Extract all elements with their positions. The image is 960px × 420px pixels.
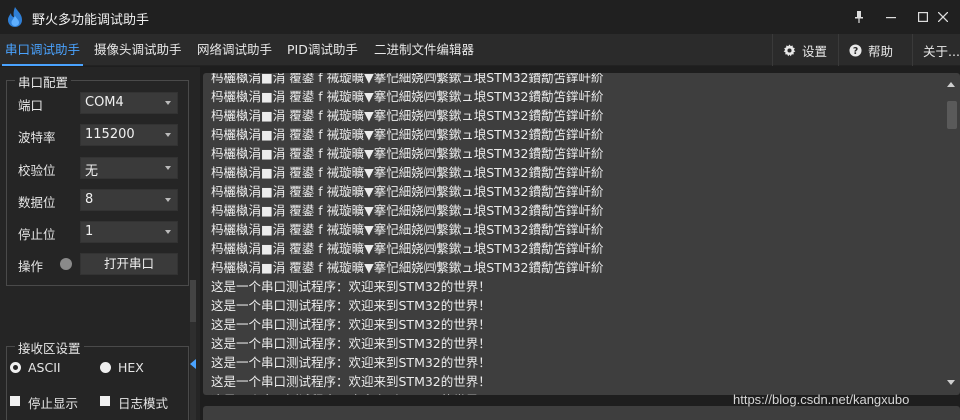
- port-label: 端口: [18, 98, 44, 113]
- about-button[interactable]: 关于...: [912, 34, 960, 66]
- receive-line: 杩欐槸涓■涓 覆鍙 f 祴璇曠▼搴忋細娆㈣繋鏉ュ埌STM32鐨勪笘鐣屽紒: [211, 108, 604, 123]
- tab-serial-assistant[interactable]: 串口调试助手: [2, 34, 84, 66]
- ascii-radio[interactable]: [10, 362, 21, 373]
- open-port-button[interactable]: 打开串口: [80, 253, 178, 275]
- scroll-up-icon[interactable]: [947, 82, 955, 87]
- receive-scrollbar[interactable]: [944, 73, 960, 395]
- tab-camera-assistant[interactable]: 摄像头调试助手: [91, 34, 185, 66]
- serial-config-title: 串口配置: [15, 72, 72, 91]
- receive-scroll-thumb[interactable]: [947, 101, 957, 129]
- help-label: 帮助: [868, 43, 894, 59]
- about-label: 关于...: [923, 43, 960, 59]
- pin-icon: [855, 11, 863, 23]
- chevron-down-icon: [165, 230, 171, 234]
- port-value: COM4: [85, 95, 124, 110]
- receive-line: 这是一个串口测试程序：欢迎来到STM32的世界！: [211, 355, 491, 370]
- receive-line: 杩欐槸涓■涓 覆鍙 f 祴璇曠▼搴忋細娆㈣繋鏉ュ埌STM32鐨勪笘鐣屽紒: [211, 146, 604, 161]
- settings-label: 设置: [802, 43, 828, 59]
- window-title: 野火多功能调试助手: [32, 13, 150, 28]
- port-select[interactable]: COM4: [80, 92, 178, 114]
- left-panel: 串口配置 端口 COM4 波特率 115200 校验位 无 数据位 8 停止位 …: [0, 67, 200, 420]
- close-icon: [938, 12, 948, 22]
- minimize-button[interactable]: [874, 0, 908, 34]
- databits-value: 8: [85, 192, 94, 207]
- baudrate-value: 115200: [85, 127, 135, 142]
- operation-label: 操作: [18, 259, 44, 274]
- close-button[interactable]: [926, 0, 960, 34]
- hex-radio[interactable]: [100, 362, 111, 373]
- tab-binary-editor[interactable]: 二进制文件编辑器: [371, 34, 477, 66]
- question-icon: ?: [849, 43, 862, 56]
- left-panel-scrollbar[interactable]: [190, 280, 196, 420]
- receive-line: 这是一个串口测试程序：欢迎来到STM32的世界！: [211, 336, 491, 351]
- receive-line: 杩欐槸涓■涓 覆鍙 f 祴璇曠▼搴忋細娆㈣繋鏉ュ埌STM32鐨勪笘鐣屽紒: [211, 127, 604, 142]
- log-mode-checkbox[interactable]: [100, 396, 110, 406]
- receive-line: 杩欐槸涓■涓 覆鍙 f 祴璇曠▼搴忋細娆㈣繋鏉ュ埌STM32鐨勪笘鐣屽紒: [211, 165, 604, 180]
- receive-line: 这是一个串口测试程序：欢迎来到STM32的世界！: [211, 390, 491, 395]
- flame-logo-icon: [8, 7, 22, 27]
- log-mode-label: 日志模式: [118, 396, 169, 411]
- chevron-down-icon: [165, 198, 171, 202]
- receive-text-area[interactable]: 杩欐槸涓■涓 覆鍙 f 祴璇曠▼搴忋細娆㈣繋鏉ュ埌STM32鐨勪笘鐣屽紒 杩欐槸…: [203, 73, 960, 395]
- receive-line: 杩欐槸涓■涓 覆鍙 f 祴璇曠▼搴忋細娆㈣繋鏉ュ埌STM32鐨勪笘鐣屽紒: [211, 203, 604, 218]
- tab-bar: 串口调试助手 摄像头调试助手 网络调试助手 PID调试助手 二进制文件编辑器 设…: [0, 34, 960, 66]
- parity-select[interactable]: 无: [80, 157, 178, 179]
- send-text-area[interactable]: [203, 406, 960, 420]
- svg-text:?: ?: [853, 45, 858, 56]
- stopbits-label: 停止位: [18, 227, 56, 242]
- ascii-label: ASCII: [28, 360, 61, 375]
- receive-line: 杩欐槸涓■涓 覆鍙 f 祴璇曠▼搴忋細娆㈣繋鏉ュ埌STM32鐨勪笘鐣屽紒: [211, 260, 604, 275]
- left-panel-scroll-thumb[interactable]: [190, 280, 196, 322]
- receive-line: 这是一个串口测试程序：欢迎来到STM32的世界！: [211, 279, 491, 294]
- minimize-icon: [886, 17, 896, 19]
- receive-line: 杩欐槸涓■涓 覆鍙 f 祴璇曠▼搴忋細娆㈣繋鏉ュ埌STM32鐨勪笘鐣屽紒: [211, 73, 604, 85]
- receive-settings-title: 接收区设置: [15, 338, 84, 357]
- collapse-panel-icon[interactable]: [190, 359, 196, 369]
- title-bar: 野火多功能调试助手: [0, 0, 960, 34]
- stopbits-value: 1: [85, 224, 94, 239]
- baudrate-label: 波特率: [18, 130, 56, 145]
- receive-line: 杩欐槸涓■涓 覆鍙 f 祴璇曠▼搴忋細娆㈣繋鏉ュ埌STM32鐨勪笘鐣屽紒: [211, 241, 604, 256]
- receive-line: 杩欐槸涓■涓 覆鍙 f 祴璇曠▼搴忋細娆㈣繋鏉ュ埌STM32鐨勪笘鐣屽紒: [211, 89, 604, 104]
- help-button[interactable]: ? 帮助: [838, 34, 912, 66]
- receive-line: 杩欐槸涓■涓 覆鍙 f 祴璇曠▼搴忋細娆㈣繋鏉ュ埌STM32鐨勪笘鐣屽紒: [211, 222, 604, 237]
- baudrate-select[interactable]: 115200: [80, 124, 178, 146]
- receive-line: 这是一个串口测试程序：欢迎来到STM32的世界！: [211, 298, 491, 313]
- databits-select[interactable]: 8: [80, 189, 178, 211]
- watermark-text: https://blog.csdn.net/kangxubo: [733, 392, 910, 407]
- stop-display-label: 停止显示: [28, 396, 79, 411]
- stop-display-checkbox[interactable]: [10, 396, 20, 406]
- tab-pid-assistant[interactable]: PID调试助手: [284, 34, 361, 66]
- chevron-down-icon: [165, 101, 171, 105]
- pin-button[interactable]: [842, 0, 876, 34]
- receive-line: 杩欐槸涓■涓 覆鍙 f 祴璇曠▼搴忋細娆㈣繋鏉ュ埌STM32鐨勪笘鐣屽紒: [211, 184, 604, 199]
- parity-value: 无: [85, 164, 99, 179]
- receive-line: 这是一个串口测试程序：欢迎来到STM32的世界！: [211, 374, 491, 389]
- databits-label: 数据位: [18, 195, 56, 210]
- chevron-down-icon: [165, 133, 171, 137]
- port-status-indicator: [60, 258, 72, 270]
- receive-line: 这是一个串口测试程序：欢迎来到STM32的世界！: [211, 317, 491, 332]
- gear-icon: [783, 43, 796, 56]
- hex-label: HEX: [118, 360, 144, 375]
- tab-network-assistant[interactable]: 网络调试助手: [194, 34, 275, 66]
- scroll-down-icon[interactable]: [947, 380, 955, 385]
- settings-button[interactable]: 设置: [772, 34, 838, 66]
- chevron-down-icon: [165, 166, 171, 170]
- stopbits-select[interactable]: 1: [80, 221, 178, 243]
- parity-label: 校验位: [18, 163, 56, 178]
